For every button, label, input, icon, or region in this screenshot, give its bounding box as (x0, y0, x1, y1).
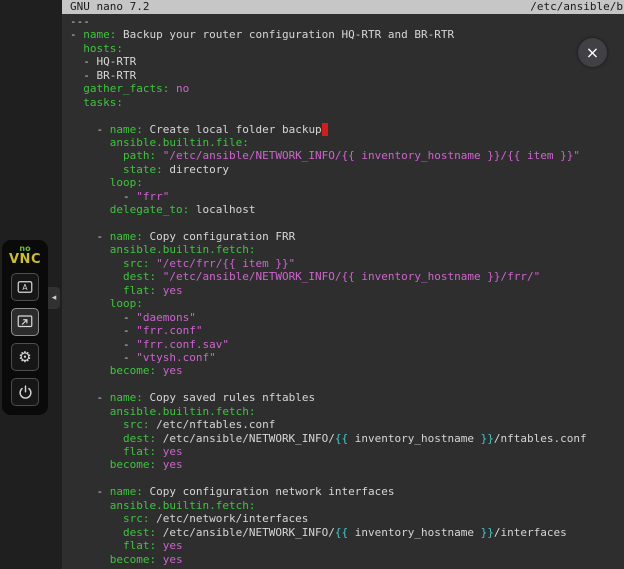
code-line: - name: Copy saved rules nftables (70, 391, 624, 404)
code-line: become: yes (70, 458, 624, 471)
code-line: become: yes (70, 553, 624, 566)
keyboard-icon: A (16, 278, 34, 296)
code-line: flat: yes (70, 445, 624, 458)
panel-collapse-handle[interactable]: ◂ (48, 287, 60, 309)
novnc-logo: no VNC (9, 245, 41, 266)
code-line: ansible.builtin.fetch: (70, 499, 624, 512)
code-line: ansible.builtin.fetch: (70, 405, 624, 418)
code-line: - "vtysh.conf" (70, 351, 624, 364)
code-line: path: "/etc/ansible/NETWORK_INFO/{{ inve… (70, 149, 624, 162)
code-line: gather_facts: no (70, 82, 624, 95)
nano-file-path: /etc/ansible/b (530, 0, 623, 14)
gear-icon: ⚙ (18, 350, 31, 365)
code-line: state: directory (70, 163, 624, 176)
code-line: --- (70, 15, 624, 28)
code-line: delegate_to: localhost (70, 203, 624, 216)
viewport-drag-button[interactable] (11, 308, 39, 336)
close-icon: × (586, 43, 599, 62)
keyboard-button[interactable]: A (11, 273, 39, 301)
terminal-window[interactable]: GNU nano 7.2 /etc/ansible/b ---- name: B… (62, 0, 624, 569)
code-line: - "frr" (70, 190, 624, 203)
settings-button[interactable]: ⚙ (11, 343, 39, 371)
disconnect-button[interactable] (11, 378, 39, 406)
code-line: - name: Backup your router configuration… (70, 28, 624, 41)
novnc-logo-vnc: VNC (9, 253, 41, 266)
code-line: - "frr.conf.sav" (70, 338, 624, 351)
code-line: tasks: (70, 96, 624, 109)
code-line: dest: /etc/ansible/NETWORK_INFO/{{ inven… (70, 432, 624, 445)
code-line: src: /etc/nftables.conf (70, 418, 624, 431)
code-line: hosts: (70, 42, 624, 55)
code-line (70, 378, 624, 391)
code-line: dest: "/etc/ansible/NETWORK_INFO/{{ inve… (70, 270, 624, 283)
code-line (70, 472, 624, 485)
code-line: dest: /etc/ansible/NETWORK_INFO/{{ inven… (70, 526, 624, 539)
nano-title-bar: GNU nano 7.2 /etc/ansible/b (62, 0, 624, 14)
code-line: flat: yes (70, 284, 624, 297)
code-line: ansible.builtin.file: (70, 136, 624, 149)
code-line: src: "/etc/frr/{{ item }}" (70, 257, 624, 270)
code-line (70, 109, 624, 122)
code-line: - HQ-RTR (70, 55, 624, 68)
code-line: - BR-RTR (70, 69, 624, 82)
code-line: - name: Create local folder backup (70, 123, 624, 136)
close-button[interactable]: × (578, 38, 607, 67)
nano-version-label: GNU nano 7.2 (70, 0, 149, 14)
code-line (70, 217, 624, 230)
vnc-control-panel: no VNC A ⚙ (2, 240, 48, 415)
code-line: - name: Copy configuration FRR (70, 230, 624, 243)
code-line: - name: Copy configuration network inter… (70, 485, 624, 498)
code-line: src: /etc/network/interfaces (70, 512, 624, 525)
code-line: loop: (70, 297, 624, 310)
editor[interactable]: ---- name: Backup your router configurat… (62, 14, 624, 566)
code-line: flat: yes (70, 539, 624, 552)
svg-text:A: A (22, 283, 28, 292)
code-line: loop: (70, 176, 624, 189)
code-line: ansible.builtin.fetch: (70, 243, 624, 256)
chevron-left-icon: ◂ (52, 293, 57, 303)
power-icon (17, 384, 34, 401)
editor-lines: ---- name: Backup your router configurat… (70, 15, 624, 566)
viewport-drag-icon (16, 313, 34, 331)
code-line: - "daemons" (70, 311, 624, 324)
code-line: - "frr.conf" (70, 324, 624, 337)
code-line: become: yes (70, 364, 624, 377)
